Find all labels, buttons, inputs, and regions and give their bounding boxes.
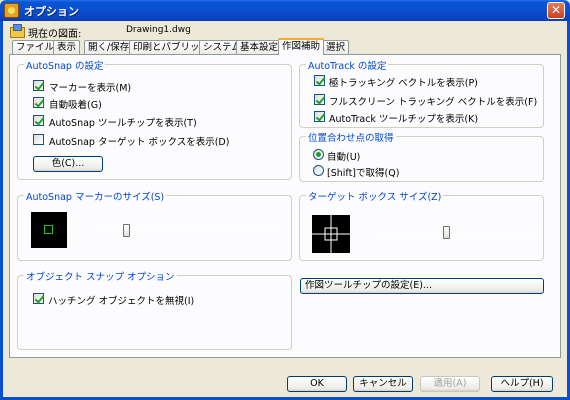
osnap-options-group: オブジェクト スナップ オプション (17, 269, 292, 350)
polar-tracking-label: 極トラッキング ベクトルを表示(P) (329, 78, 478, 89)
show-marker-checkbox[interactable] (33, 80, 44, 91)
polar-tracking-checkbox[interactable] (314, 75, 325, 86)
alignment-acquisition-title: 位置合わせ点の取得 (306, 130, 396, 144)
window-title: オプション (24, 5, 79, 18)
cancel-button[interactable]: キャンセル (353, 376, 413, 392)
shift-acquire-label: [Shift]で取得(Q) (327, 168, 400, 179)
marker-square (44, 225, 53, 234)
magnet-label: 自動吸着(G) (49, 100, 102, 111)
close-button[interactable]: ✕ (547, 2, 565, 19)
color-button[interactable]: 色(C)... (33, 156, 103, 172)
autosnap-aperture-label: AutoSnap ターゲット ボックスを表示(D) (49, 137, 230, 148)
fullscreen-tracking-label: フルスクリーン トラッキング ベクトルを表示(F) (329, 97, 538, 108)
shift-acquire-radio[interactable] (313, 165, 324, 176)
auto-acquire-label: 自動(U) (327, 152, 361, 163)
auto-acquire-radio[interactable] (313, 149, 324, 160)
tab-files[interactable]: ファイル (12, 40, 59, 54)
title-bar[interactable]: オプション ✕ (0, 0, 570, 21)
target-box-size-track (370, 232, 535, 233)
fullscreen-tracking-checkbox[interactable] (314, 94, 325, 105)
app-icon (4, 3, 19, 18)
target-box-preview (312, 215, 350, 253)
tab-user-preferences[interactable]: 基本設定 (236, 40, 283, 54)
marker-preview (31, 212, 67, 248)
drawing-icon (10, 24, 25, 38)
marker-size-title: AutoSnap マーカーのサイズ(S) (24, 189, 167, 203)
apply-button[interactable]: 適用(A) (420, 376, 480, 392)
ignore-hatch-checkbox[interactable] (33, 293, 44, 304)
autosnap-settings-title: AutoSnap の設定 (24, 58, 106, 72)
ignore-hatch-label: ハッチング オブジェクトを無視(I) (48, 296, 195, 307)
autotrack-tooltip-checkbox[interactable] (314, 111, 325, 122)
tab-open-save[interactable]: 開く/保存 (84, 40, 134, 54)
tab-drafting[interactable]: 作図補助 (278, 38, 325, 55)
marker-size-track (93, 230, 283, 231)
autosnap-aperture-checkbox[interactable] (33, 134, 44, 145)
tab-display[interactable]: 表示 (53, 40, 81, 54)
osnap-options-title: オブジェクト スナップ オプション (24, 269, 177, 283)
magnet-checkbox[interactable] (33, 97, 44, 108)
aperture-crosshair-icon (312, 215, 350, 253)
autotrack-settings-title: AutoTrack の設定 (306, 58, 389, 72)
autosnap-tooltip-checkbox[interactable] (33, 115, 44, 126)
autotrack-tooltip-label: AutoTrack ツールチップを表示(K) (329, 114, 479, 125)
current-drawing-file: Drawing1.dwg (126, 25, 191, 35)
autosnap-tooltip-label: AutoSnap ツールチップを表示(T) (49, 118, 197, 129)
marker-size-slider[interactable] (123, 224, 130, 237)
ok-button[interactable]: OK (287, 376, 347, 392)
drafting-tooltip-settings-button[interactable]: 作図ツールチップの設定(E)... (300, 278, 544, 294)
show-marker-label: マーカーを表示(M) (49, 83, 132, 94)
tab-selection[interactable]: 選択 (322, 40, 350, 54)
current-drawing-label: 現在の図面: (28, 29, 82, 40)
help-button[interactable]: ヘルプ(H) (491, 376, 553, 392)
target-box-size-title: ターゲット ボックス サイズ(Z) (306, 189, 444, 203)
target-box-size-slider[interactable] (443, 226, 450, 239)
